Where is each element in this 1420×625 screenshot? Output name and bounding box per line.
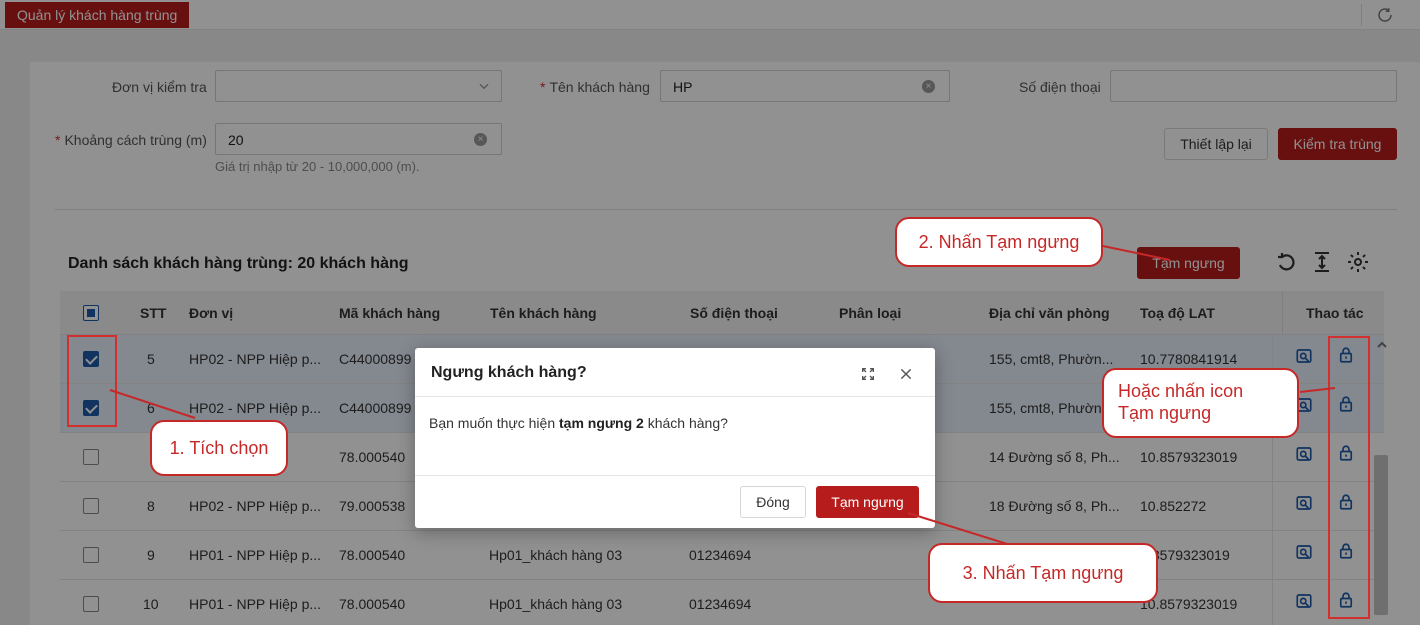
- callout-step1: 1. Tích chọn: [150, 420, 288, 476]
- callout-alt-line1: Hoặc nhấn icon: [1118, 381, 1244, 401]
- callout-alt-icon: Hoặc nhấn icon Tạm ngưng: [1102, 368, 1299, 438]
- callout-step3: 3. Nhấn Tạm ngưng: [928, 543, 1158, 603]
- callout-step2: 2. Nhấn Tạm ngưng: [895, 217, 1103, 267]
- suspend-confirm-dialog: Ngưng khách hàng? Bạn muốn thực hiện tạm…: [415, 348, 935, 528]
- dialog-suspend-button[interactable]: Tạm ngưng: [816, 486, 919, 518]
- fullscreen-icon[interactable]: [860, 366, 876, 382]
- annotation-lock-column-highlight: [1328, 336, 1370, 619]
- annotation-checkbox-highlight: [67, 335, 117, 427]
- dialog-message-bold: tạm ngưng 2: [559, 415, 644, 431]
- callout-alt-line2: Tạm ngưng: [1118, 403, 1212, 423]
- dialog-message-pre: Bạn muốn thực hiện: [429, 415, 556, 431]
- dialog-message: Bạn muốn thực hiện tạm ngưng 2 khách hàn…: [429, 415, 728, 431]
- dialog-close-button[interactable]: Đóng: [740, 486, 806, 518]
- dialog-divider: [415, 475, 935, 476]
- modal-backdrop[interactable]: [0, 0, 1420, 625]
- dialog-title: Ngưng khách hàng?: [431, 364, 587, 381]
- close-icon[interactable]: [898, 366, 914, 382]
- dialog-message-post: khách hàng?: [647, 415, 728, 431]
- dialog-divider: [415, 396, 935, 397]
